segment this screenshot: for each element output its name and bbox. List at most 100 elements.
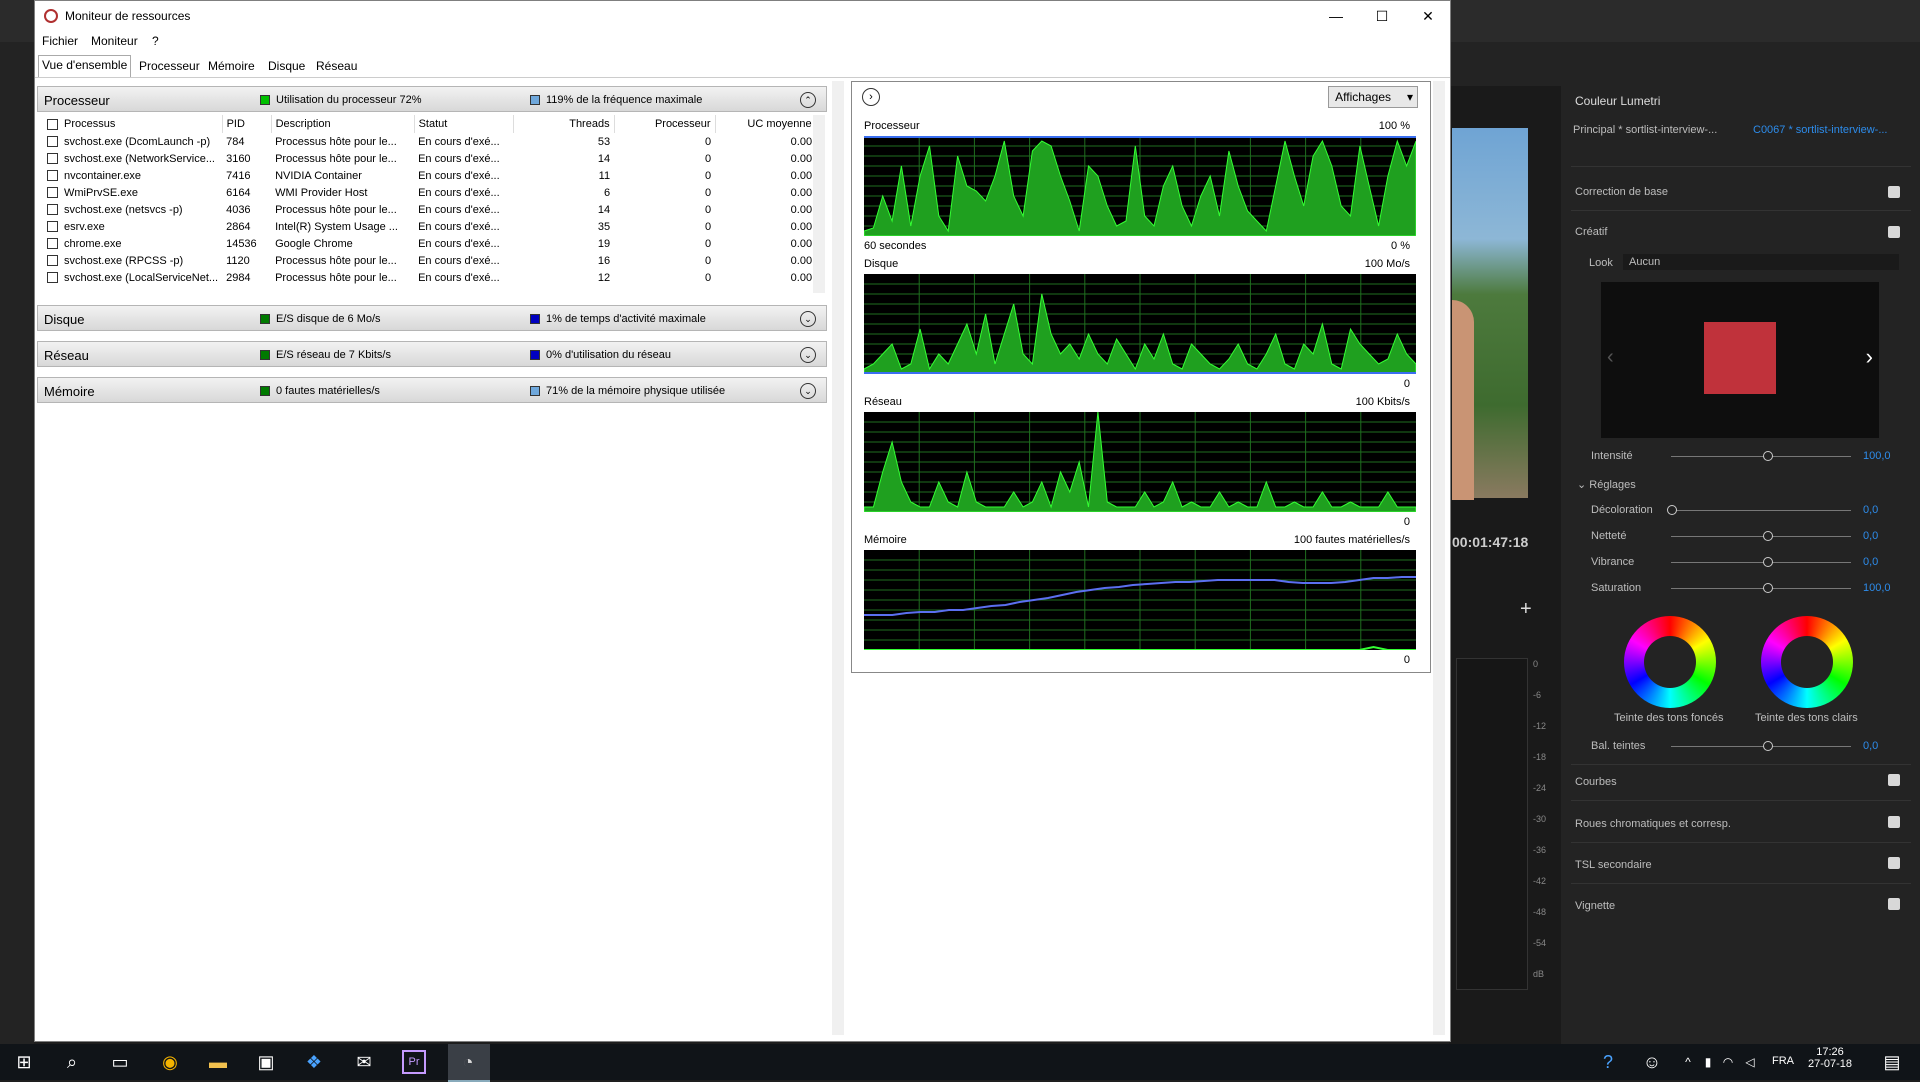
section-checkbox[interactable] <box>1888 898 1900 910</box>
section-checkbox[interactable] <box>1888 226 1900 238</box>
section-checkbox[interactable] <box>1888 186 1900 198</box>
disk-section-header[interactable]: Disque E/S disque de 6 Mo/s 1% de temps … <box>37 305 827 331</box>
intensite-slider[interactable] <box>1671 451 1851 461</box>
column-header[interactable]: Statut <box>414 115 514 133</box>
minimize-button[interactable]: — <box>1313 1 1359 31</box>
shadow-tint-wheel[interactable] <box>1624 616 1716 708</box>
close-button[interactable]: ✕ <box>1405 1 1451 31</box>
table-row[interactable]: WmiPrvSE.exe 6164 WMI Provider Host En cour… <box>43 184 816 201</box>
section-correction-de-base[interactable]: Correction de base <box>1575 186 1668 198</box>
adjust-value[interactable]: 0,0 <box>1863 530 1878 542</box>
collapse-icon[interactable]: ⌃ <box>800 92 816 108</box>
processor-section-header[interactable]: Processeur Utilisation du processeur 72%… <box>37 86 827 112</box>
expand-icon[interactable]: ⌄ <box>800 347 816 363</box>
lumetri-principal[interactable]: Principal * sortlist-interview-... <box>1573 124 1717 136</box>
store-icon[interactable]: ▣ <box>254 1050 278 1074</box>
table-row[interactable]: svchost.exe (DcomLaunch -p) 784 Processus … <box>43 133 816 150</box>
column-header[interactable]: Description <box>271 115 415 133</box>
saturation-slider[interactable] <box>1671 583 1851 593</box>
resource-monitor-icon[interactable]: ◔ <box>456 1050 480 1074</box>
bal-teintes-value[interactable]: 0,0 <box>1863 740 1878 752</box>
row-checkbox[interactable] <box>47 136 58 148</box>
column-header[interactable]: Processeur <box>614 115 716 133</box>
row-checkbox[interactable] <box>47 272 58 284</box>
people-icon[interactable]: ☺ <box>1640 1050 1664 1074</box>
table-row[interactable]: svchost.exe (RPCSS -p) 1120 Processus hôte… <box>43 252 816 269</box>
row-checkbox[interactable] <box>47 255 58 267</box>
section-checkbox[interactable] <box>1888 816 1900 828</box>
bal-teintes-slider[interactable] <box>1671 741 1851 751</box>
intensite-value[interactable]: 100,0 <box>1863 450 1891 462</box>
select-all-checkbox[interactable] <box>47 118 58 130</box>
wifi-icon[interactable]: ◠ <box>1716 1050 1740 1074</box>
table-row[interactable]: chrome.exe 14536 Google Chrome En cours d'e… <box>43 235 816 252</box>
network-section-header[interactable]: Réseau E/S réseau de 7 Kbits/s 0% d'util… <box>37 341 827 367</box>
decoloration-slider[interactable] <box>1667 505 1851 515</box>
file-explorer-icon[interactable]: ▬ <box>206 1050 230 1074</box>
add-button[interactable]: + <box>1520 598 1532 621</box>
table-scrollbar[interactable] <box>813 115 825 293</box>
table-row[interactable]: esrv.exe 2864 Intel(R) System Usage ... En … <box>43 218 816 235</box>
task-view-icon[interactable]: ▭ <box>108 1050 132 1074</box>
tab-disk[interactable]: Disque <box>265 57 308 75</box>
nettete-slider[interactable] <box>1671 531 1851 541</box>
adjust-value[interactable]: 0,0 <box>1863 504 1878 516</box>
table-row[interactable]: svchost.exe (NetworkService... 3160 Proces… <box>43 150 816 167</box>
section-courbes[interactable]: Courbes <box>1575 776 1617 788</box>
chevron-left-icon[interactable]: ‹ <box>1607 346 1614 369</box>
search-icon[interactable]: ⌕ <box>60 1050 84 1074</box>
section-roues[interactable]: Roues chromatiques et corresp. <box>1575 818 1731 830</box>
tab-network[interactable]: Réseau <box>313 57 360 75</box>
menu-fichier[interactable]: Fichier <box>42 34 78 48</box>
row-checkbox[interactable] <box>47 238 58 250</box>
table-row[interactable]: nvcontainer.exe 7416 NVIDIA Container En co… <box>43 167 816 184</box>
table-row[interactable]: svchost.exe (netsvcs -p) 4036 Processus hô… <box>43 201 816 218</box>
section-creatif[interactable]: Créatif <box>1575 226 1607 238</box>
section-checkbox[interactable] <box>1888 857 1900 869</box>
expand-right-icon[interactable]: › <box>862 88 880 106</box>
look-select[interactable]: Aucun <box>1623 254 1899 270</box>
reglages-header[interactable]: ⌄ Réglages <box>1577 478 1636 491</box>
column-header[interactable]: UC moyenne <box>715 115 817 133</box>
dropbox-icon[interactable]: ❖ <box>302 1050 326 1074</box>
lumetri-clip[interactable]: C0067 * sortlist-interview-... <box>1753 124 1888 136</box>
expand-icon[interactable]: ⌄ <box>800 383 816 399</box>
column-header[interactable]: PID <box>222 115 272 133</box>
clock[interactable]: 17:26 27-07-18 <box>1808 1046 1852 1070</box>
adjust-value[interactable]: 100,0 <box>1863 582 1891 594</box>
volume-icon[interactable]: ◁ <box>1738 1050 1762 1074</box>
menu-moniteur[interactable]: Moniteur <box>91 34 138 48</box>
column-header[interactable]: Processus <box>64 118 115 130</box>
row-checkbox[interactable] <box>47 187 58 199</box>
section-vignette[interactable]: Vignette <box>1575 900 1615 912</box>
section-checkbox[interactable] <box>1888 774 1900 786</box>
help-icon[interactable]: ? <box>1596 1050 1620 1074</box>
column-header[interactable]: Threads <box>513 115 615 133</box>
memory-section-header[interactable]: Mémoire 0 fautes matérielles/s 71% de la… <box>37 377 827 403</box>
row-checkbox[interactable] <box>47 170 58 182</box>
maximize-button[interactable]: ☐ <box>1359 1 1405 31</box>
chevron-right-icon[interactable]: › <box>1866 344 1873 370</box>
tab-processor[interactable]: Processeur <box>136 57 203 75</box>
views-button[interactable]: Affichages ▾ <box>1328 86 1418 108</box>
language-indicator[interactable]: FRA <box>1772 1055 1794 1067</box>
row-checkbox[interactable] <box>47 221 58 233</box>
left-pane-scrollbar[interactable] <box>832 81 844 1035</box>
chrome-icon[interactable]: ◉ <box>158 1050 182 1074</box>
tab-overview[interactable]: Vue d'ensemble <box>38 55 132 77</box>
highlight-tint-wheel[interactable] <box>1761 616 1853 708</box>
section-tsl[interactable]: TSL secondaire <box>1575 859 1652 871</box>
menu-help[interactable]: ? <box>152 34 159 48</box>
tab-memory[interactable]: Mémoire <box>205 57 258 75</box>
row-checkbox[interactable] <box>47 204 58 216</box>
table-row[interactable]: svchost.exe (LocalServiceNet... 2984 Proce… <box>43 269 816 286</box>
right-pane-scrollbar[interactable] <box>1433 81 1445 1035</box>
expand-icon[interactable]: ⌄ <box>800 311 816 327</box>
windows-start-icon[interactable]: ⊞ <box>12 1050 36 1074</box>
mail-icon[interactable]: ✉ <box>352 1050 376 1074</box>
row-checkbox[interactable] <box>47 153 58 165</box>
vibrance-slider[interactable] <box>1671 557 1851 567</box>
adjust-value[interactable]: 0,0 <box>1863 556 1878 568</box>
premiere-icon[interactable]: Pr <box>402 1050 426 1074</box>
notifications-icon[interactable]: ▤ <box>1880 1050 1904 1074</box>
